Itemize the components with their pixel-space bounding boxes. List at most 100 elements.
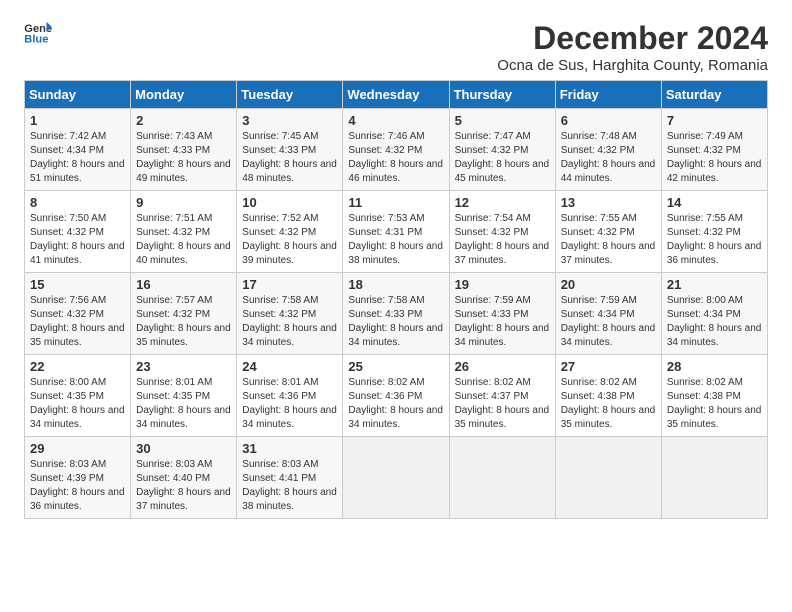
daylight-label: Daylight: 8 hours and 34 minutes. [348, 323, 443, 348]
daylight-label: Daylight: 8 hours and 45 minutes. [455, 159, 550, 184]
calendar-day-cell: 17 Sunrise: 7:58 AM Sunset: 4:32 PM Dayl… [237, 273, 343, 355]
sunrise-label: Sunrise: 7:59 AM [561, 295, 637, 306]
sunset-label: Sunset: 4:34 PM [667, 309, 741, 320]
day-number: 8 [30, 195, 125, 210]
sunrise-label: Sunrise: 7:43 AM [136, 131, 212, 142]
day-info: Sunrise: 8:03 AM Sunset: 4:39 PM Dayligh… [30, 458, 125, 514]
sunset-label: Sunset: 4:34 PM [30, 145, 104, 156]
sunset-label: Sunset: 4:33 PM [348, 309, 422, 320]
daylight-label: Daylight: 8 hours and 37 minutes. [455, 241, 550, 266]
day-number: 6 [561, 113, 656, 128]
day-info: Sunrise: 7:53 AM Sunset: 4:31 PM Dayligh… [348, 212, 443, 268]
day-number: 30 [136, 441, 231, 456]
day-number: 14 [667, 195, 762, 210]
sunrise-label: Sunrise: 7:48 AM [561, 131, 637, 142]
day-info: Sunrise: 7:57 AM Sunset: 4:32 PM Dayligh… [136, 294, 231, 350]
calendar-header-row: SundayMondayTuesdayWednesdayThursdayFrid… [25, 81, 768, 109]
calendar-day-cell: 9 Sunrise: 7:51 AM Sunset: 4:32 PM Dayli… [131, 191, 237, 273]
sunset-label: Sunset: 4:32 PM [136, 309, 210, 320]
day-info: Sunrise: 7:46 AM Sunset: 4:32 PM Dayligh… [348, 130, 443, 186]
day-info: Sunrise: 8:02 AM Sunset: 4:38 PM Dayligh… [561, 376, 656, 432]
sunrise-label: Sunrise: 7:45 AM [242, 131, 318, 142]
calendar-table: SundayMondayTuesdayWednesdayThursdayFrid… [24, 80, 768, 519]
sunset-label: Sunset: 4:32 PM [242, 309, 316, 320]
page-header: General Blue December 2024 Ocna de Sus, … [24, 20, 768, 74]
sunset-label: Sunset: 4:32 PM [455, 227, 529, 238]
calendar-day-cell: 23 Sunrise: 8:01 AM Sunset: 4:35 PM Dayl… [131, 355, 237, 437]
day-info: Sunrise: 8:02 AM Sunset: 4:38 PM Dayligh… [667, 376, 762, 432]
day-number: 29 [30, 441, 125, 456]
title-section: December 2024 Ocna de Sus, Harghita Coun… [497, 20, 768, 74]
weekday-header-monday: Monday [131, 81, 237, 109]
day-info: Sunrise: 7:50 AM Sunset: 4:32 PM Dayligh… [30, 212, 125, 268]
sunrise-label: Sunrise: 7:55 AM [561, 213, 637, 224]
calendar-day-cell: 24 Sunrise: 8:01 AM Sunset: 4:36 PM Dayl… [237, 355, 343, 437]
day-number: 10 [242, 195, 337, 210]
calendar-day-cell: 13 Sunrise: 7:55 AM Sunset: 4:32 PM Dayl… [555, 191, 661, 273]
logo: General Blue [24, 20, 52, 44]
daylight-label: Daylight: 8 hours and 37 minutes. [136, 487, 231, 512]
calendar-day-cell [343, 437, 449, 519]
sunrise-label: Sunrise: 7:47 AM [455, 131, 531, 142]
daylight-label: Daylight: 8 hours and 35 minutes. [136, 323, 231, 348]
weekday-header-thursday: Thursday [449, 81, 555, 109]
daylight-label: Daylight: 8 hours and 49 minutes. [136, 159, 231, 184]
calendar-day-cell: 18 Sunrise: 7:58 AM Sunset: 4:33 PM Dayl… [343, 273, 449, 355]
sunrise-label: Sunrise: 7:46 AM [348, 131, 424, 142]
sunset-label: Sunset: 4:36 PM [348, 391, 422, 402]
calendar-day-cell: 4 Sunrise: 7:46 AM Sunset: 4:32 PM Dayli… [343, 109, 449, 191]
calendar-day-cell: 27 Sunrise: 8:02 AM Sunset: 4:38 PM Dayl… [555, 355, 661, 437]
day-info: Sunrise: 7:55 AM Sunset: 4:32 PM Dayligh… [561, 212, 656, 268]
calendar-week-row: 1 Sunrise: 7:42 AM Sunset: 4:34 PM Dayli… [25, 109, 768, 191]
sunrise-label: Sunrise: 7:58 AM [348, 295, 424, 306]
day-info: Sunrise: 8:03 AM Sunset: 4:40 PM Dayligh… [136, 458, 231, 514]
sunset-label: Sunset: 4:38 PM [561, 391, 635, 402]
sunrise-label: Sunrise: 7:42 AM [30, 131, 106, 142]
calendar-day-cell: 11 Sunrise: 7:53 AM Sunset: 4:31 PM Dayl… [343, 191, 449, 273]
sunrise-label: Sunrise: 7:51 AM [136, 213, 212, 224]
calendar-day-cell: 5 Sunrise: 7:47 AM Sunset: 4:32 PM Dayli… [449, 109, 555, 191]
day-info: Sunrise: 7:45 AM Sunset: 4:33 PM Dayligh… [242, 130, 337, 186]
calendar-day-cell: 16 Sunrise: 7:57 AM Sunset: 4:32 PM Dayl… [131, 273, 237, 355]
sunrise-label: Sunrise: 7:53 AM [348, 213, 424, 224]
calendar-day-cell: 10 Sunrise: 7:52 AM Sunset: 4:32 PM Dayl… [237, 191, 343, 273]
day-number: 25 [348, 359, 443, 374]
weekday-header-saturday: Saturday [661, 81, 767, 109]
calendar-day-cell [449, 437, 555, 519]
calendar-day-cell: 14 Sunrise: 7:55 AM Sunset: 4:32 PM Dayl… [661, 191, 767, 273]
calendar-day-cell [661, 437, 767, 519]
daylight-label: Daylight: 8 hours and 39 minutes. [242, 241, 337, 266]
sunrise-label: Sunrise: 8:02 AM [667, 377, 743, 388]
sunset-label: Sunset: 4:32 PM [242, 227, 316, 238]
sunrise-label: Sunrise: 7:52 AM [242, 213, 318, 224]
sunrise-label: Sunrise: 8:03 AM [30, 459, 106, 470]
sunset-label: Sunset: 4:35 PM [136, 391, 210, 402]
sunset-label: Sunset: 4:32 PM [348, 145, 422, 156]
daylight-label: Daylight: 8 hours and 34 minutes. [561, 323, 656, 348]
weekday-header-friday: Friday [555, 81, 661, 109]
calendar-day-cell: 31 Sunrise: 8:03 AM Sunset: 4:41 PM Dayl… [237, 437, 343, 519]
day-number: 5 [455, 113, 550, 128]
main-title: December 2024 [497, 20, 768, 57]
day-number: 17 [242, 277, 337, 292]
weekday-header-tuesday: Tuesday [237, 81, 343, 109]
sunset-label: Sunset: 4:38 PM [667, 391, 741, 402]
day-info: Sunrise: 7:49 AM Sunset: 4:32 PM Dayligh… [667, 130, 762, 186]
daylight-label: Daylight: 8 hours and 42 minutes. [667, 159, 762, 184]
day-info: Sunrise: 8:01 AM Sunset: 4:35 PM Dayligh… [136, 376, 231, 432]
daylight-label: Daylight: 8 hours and 35 minutes. [667, 405, 762, 430]
day-number: 20 [561, 277, 656, 292]
sunset-label: Sunset: 4:32 PM [136, 227, 210, 238]
day-info: Sunrise: 7:59 AM Sunset: 4:34 PM Dayligh… [561, 294, 656, 350]
daylight-label: Daylight: 8 hours and 51 minutes. [30, 159, 125, 184]
sunset-label: Sunset: 4:33 PM [455, 309, 529, 320]
sunrise-label: Sunrise: 7:59 AM [455, 295, 531, 306]
day-info: Sunrise: 7:55 AM Sunset: 4:32 PM Dayligh… [667, 212, 762, 268]
day-info: Sunrise: 7:48 AM Sunset: 4:32 PM Dayligh… [561, 130, 656, 186]
day-info: Sunrise: 7:42 AM Sunset: 4:34 PM Dayligh… [30, 130, 125, 186]
daylight-label: Daylight: 8 hours and 44 minutes. [561, 159, 656, 184]
day-info: Sunrise: 8:01 AM Sunset: 4:36 PM Dayligh… [242, 376, 337, 432]
daylight-label: Daylight: 8 hours and 35 minutes. [30, 323, 125, 348]
sunrise-label: Sunrise: 7:57 AM [136, 295, 212, 306]
day-info: Sunrise: 7:58 AM Sunset: 4:33 PM Dayligh… [348, 294, 443, 350]
